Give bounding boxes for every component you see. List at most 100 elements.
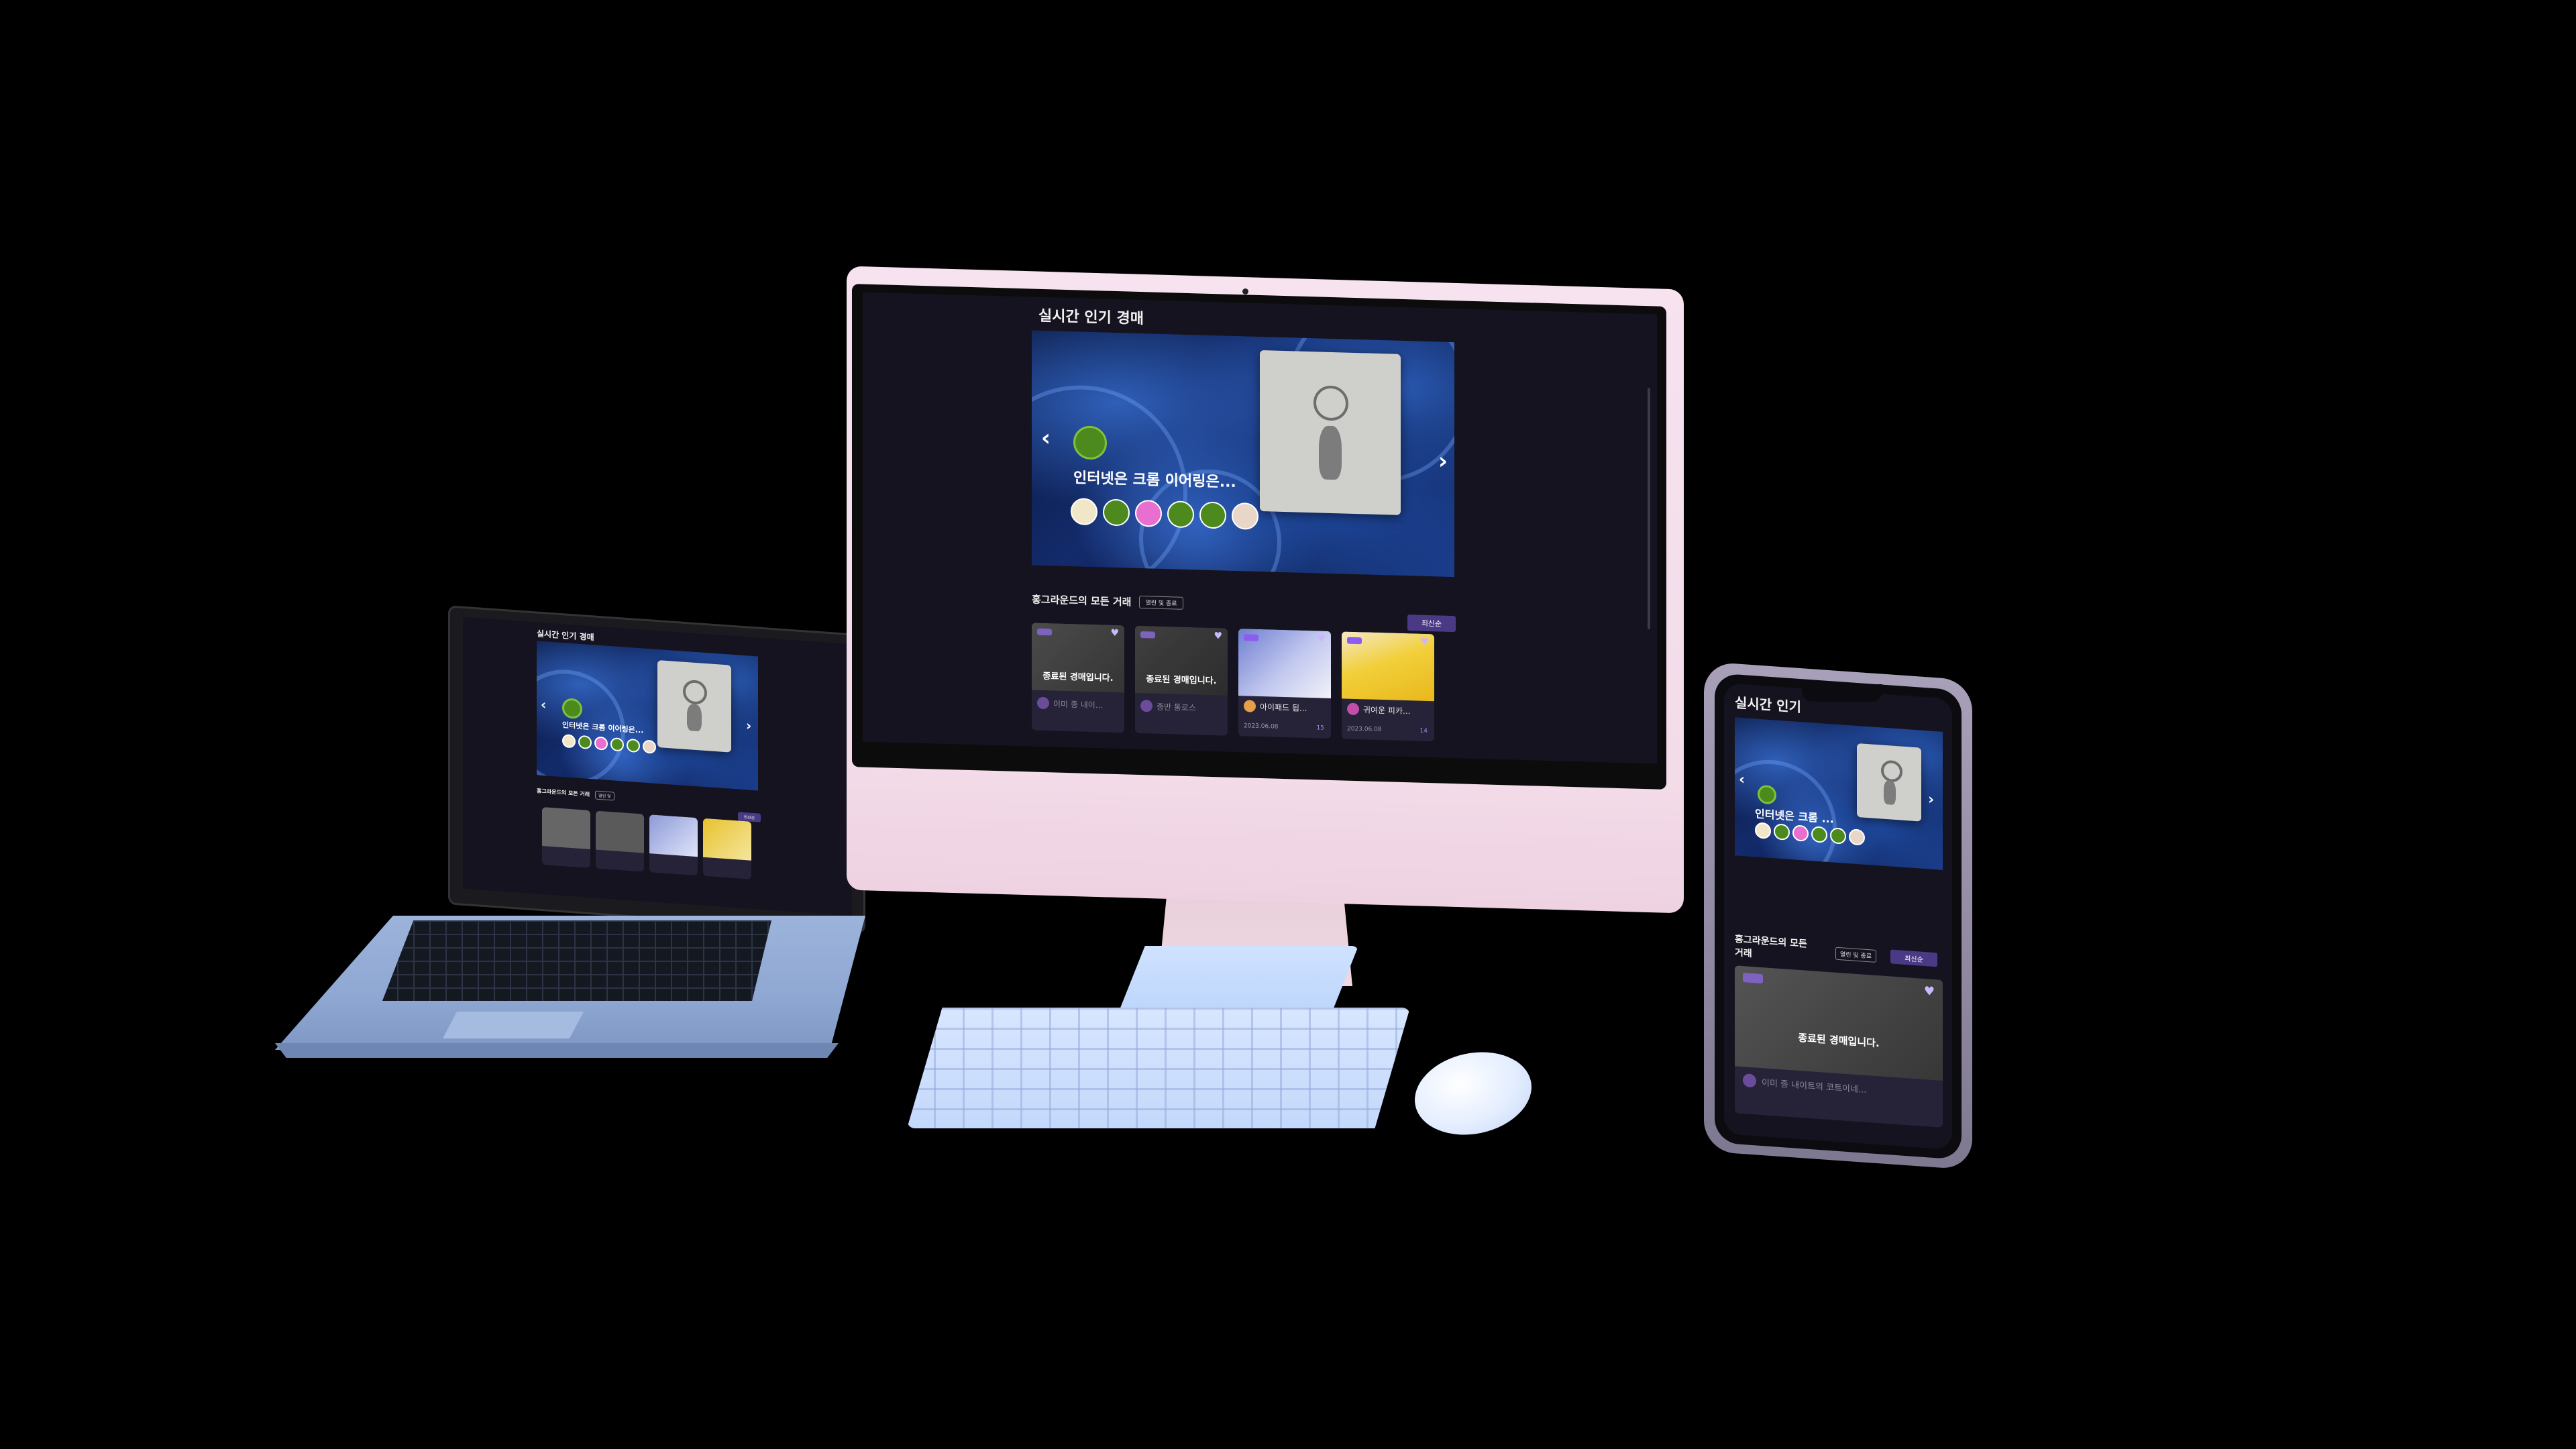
heart-icon[interactable]: ♥	[1924, 984, 1935, 999]
bidder-avatar	[562, 734, 576, 749]
laptop-product-card[interactable]	[596, 810, 644, 872]
device-mockup-scene: 실시간 인기 경매 인터넷은 크롬 이어링은... ‹ › 홍그라운드의 모든 …	[0, 0, 2576, 1449]
imac-card-info: 귀여운 피카...	[1347, 702, 1410, 717]
heart-icon[interactable]: ♥	[1317, 633, 1326, 644]
imac-hero-product-image	[1260, 350, 1401, 515]
imac-hero-next-arrow[interactable]: ›	[1438, 447, 1448, 474]
laptop-product-card[interactable]	[703, 818, 751, 879]
imac-hero-bidders	[1071, 498, 1258, 530]
bidder-avatar	[1792, 824, 1809, 842]
imac-card-bid-count: 14	[1419, 727, 1428, 735]
laptop-filter-chip[interactable]: 열린 및	[595, 790, 614, 801]
imac-card-name[interactable]: 아이패드 됩...	[1260, 701, 1307, 714]
bidder-avatar	[1071, 498, 1097, 526]
imac-card-date: 2023.06.08	[1347, 725, 1382, 734]
laptop-trackpad	[443, 1012, 584, 1038]
laptop-live-auction-title: 실시간 인기 경매	[537, 629, 594, 643]
heart-icon[interactable]: ♥	[1214, 631, 1222, 641]
imac-scrollbar[interactable]	[1648, 388, 1650, 630]
laptop-product-card[interactable]	[542, 806, 590, 869]
phone-live-auction-title: 실시간 인기	[1735, 694, 1801, 716]
imac-sort-button[interactable]: 최신순	[1407, 614, 1456, 633]
earring-ring-icon	[683, 679, 707, 706]
imac-card-badge	[1347, 637, 1362, 645]
imac-all-deals-header: 홍그라운드의 모든 거래 열린 및 종료	[1032, 592, 1183, 610]
phone-card-info: 이미 종 내이트의 코트이네...	[1743, 1073, 1866, 1095]
laptop-all-deals-header: 홍그라운드의 모든 거래 열린 및	[537, 786, 614, 801]
phone-hero-prev-arrow[interactable]: ‹	[1739, 771, 1745, 789]
phone-product-card[interactable]: ♥ 종료된 경매입니다. 이미 종 내이트의 코트이네...	[1735, 965, 1943, 1128]
bidder-avatar	[1232, 502, 1258, 530]
imac-card-name[interactable]: 종만 통로스	[1157, 700, 1196, 713]
laptop-screen: 실시간 인기 경매 인터넷은 크롬 이어링은... ‹ › 홍그라운드의 모든 …	[463, 616, 852, 916]
imac-card-badge	[1244, 634, 1258, 641]
phone-hero-next-arrow[interactable]: ›	[1928, 791, 1934, 808]
laptop-product-card[interactable]	[649, 814, 698, 876]
bidder-avatar	[1135, 499, 1162, 527]
laptop-hero-next-arrow[interactable]: ›	[746, 717, 751, 734]
phone-card-name[interactable]: 이미 종 내이트의 코트이네...	[1762, 1075, 1866, 1095]
imac-card-info: 이미 종 내이...	[1037, 696, 1103, 711]
phone-all-deals-header: 홍그라운드의 모든 거래	[1735, 932, 1807, 964]
bidder-avatar	[594, 736, 608, 751]
earring-charm-icon	[1319, 425, 1342, 480]
imac-hero-seller-avatar	[1073, 425, 1107, 460]
bidder-avatar	[1103, 498, 1130, 527]
phone-card-image	[1735, 965, 1943, 1081]
imac-card-info: 종만 통로스	[1140, 700, 1196, 713]
imac-card-info: 아이패드 됩...	[1244, 700, 1307, 714]
imac-product-card[interactable]: ♥ 종료된 경매입니다. 이미 종 내이...	[1032, 623, 1124, 733]
magic-mouse	[1407, 1042, 1540, 1145]
laptop-hero-carousel[interactable]: 인터넷은 크롬 이어링은... ‹ ›	[537, 641, 758, 791]
seller-avatar	[1347, 702, 1359, 716]
phone-hero-product-image	[1857, 743, 1921, 822]
seller-avatar	[1037, 696, 1049, 710]
phone-sort-button[interactable]: 최신순	[1890, 949, 1937, 967]
imac-filter-chip[interactable]: 열린 및 종료	[1139, 595, 1183, 610]
heart-icon[interactable]: ♥	[1420, 637, 1429, 647]
bidder-avatar	[578, 735, 592, 750]
laptop-card-image	[649, 814, 698, 857]
laptop-card-image	[542, 806, 590, 850]
phone-hero-carousel[interactable]: ‹ › 인터넷은 크롬 ...	[1735, 717, 1943, 870]
imac-product-card[interactable]: ♥ 귀여운 피카... 2023.06.08 14	[1342, 631, 1434, 742]
bidder-avatar	[610, 737, 624, 752]
bidder-avatar	[1811, 826, 1827, 843]
imac-card-ended-text: 종료된 경매입니다.	[1042, 671, 1114, 684]
earring-charm-icon	[687, 704, 702, 732]
bidder-avatar	[627, 738, 640, 753]
imac-card-badge	[1140, 631, 1155, 639]
bidder-avatar	[1830, 827, 1846, 845]
heart-icon[interactable]: ♥	[1110, 628, 1119, 639]
phone-notch	[1802, 684, 1882, 702]
phone-screen: 실시간 인기 ‹ › 인터넷은 크롬 ... 홍그라운드의 모든 거래 열린 및…	[1724, 683, 1952, 1150]
imac-card-badge	[1037, 628, 1052, 636]
phone-filter-chip[interactable]: 열린 및 종료	[1835, 947, 1877, 963]
laptop-hero-product-image	[657, 660, 731, 753]
laptop-hero-prev-arrow[interactable]: ‹	[541, 696, 546, 713]
imac-product-card[interactable]: ♥ 종료된 경매입니다. 종만 통로스	[1135, 625, 1228, 736]
imac-card-name[interactable]: 이미 종 내이...	[1053, 698, 1103, 710]
earring-ring-icon	[1881, 759, 1902, 783]
imac-hero-prev-arrow[interactable]: ‹	[1041, 425, 1051, 451]
imac-all-deals-title: 홍그라운드의 모든 거래	[1032, 593, 1132, 608]
seller-avatar	[1244, 700, 1256, 712]
imac-camera	[1242, 288, 1248, 294]
phone-card-badge	[1743, 973, 1763, 984]
magic-keyboard	[907, 1008, 1410, 1128]
imac-screen: 실시간 인기 경매 ‹ › 인터넷은 크롬 이어링은... 홍그라운드의 모든 …	[863, 292, 1657, 764]
imac-card-name[interactable]: 귀여운 피카...	[1363, 704, 1410, 716]
seller-avatar	[1743, 1073, 1756, 1088]
laptop-front-edge	[275, 1043, 839, 1058]
bidder-avatar	[1774, 823, 1790, 841]
bidder-avatar	[1755, 822, 1771, 840]
earring-charm-icon	[1884, 780, 1896, 806]
laptop-keyboard	[382, 920, 771, 1001]
bidder-avatar	[1199, 501, 1226, 529]
imac-card-ended-text: 종료된 경매입니다.	[1146, 674, 1217, 687]
imac-hero-carousel[interactable]: ‹ › 인터넷은 크롬 이어링은...	[1032, 330, 1454, 578]
earring-ring-icon	[1313, 385, 1348, 421]
imac-live-auction-title: 실시간 인기 경매	[1038, 307, 1144, 328]
imac-product-card[interactable]: ♥ 아이패드 됩... 2023.06.08 15	[1238, 629, 1331, 739]
imac-hero-title[interactable]: 인터넷은 크롬 이어링은...	[1073, 466, 1236, 492]
